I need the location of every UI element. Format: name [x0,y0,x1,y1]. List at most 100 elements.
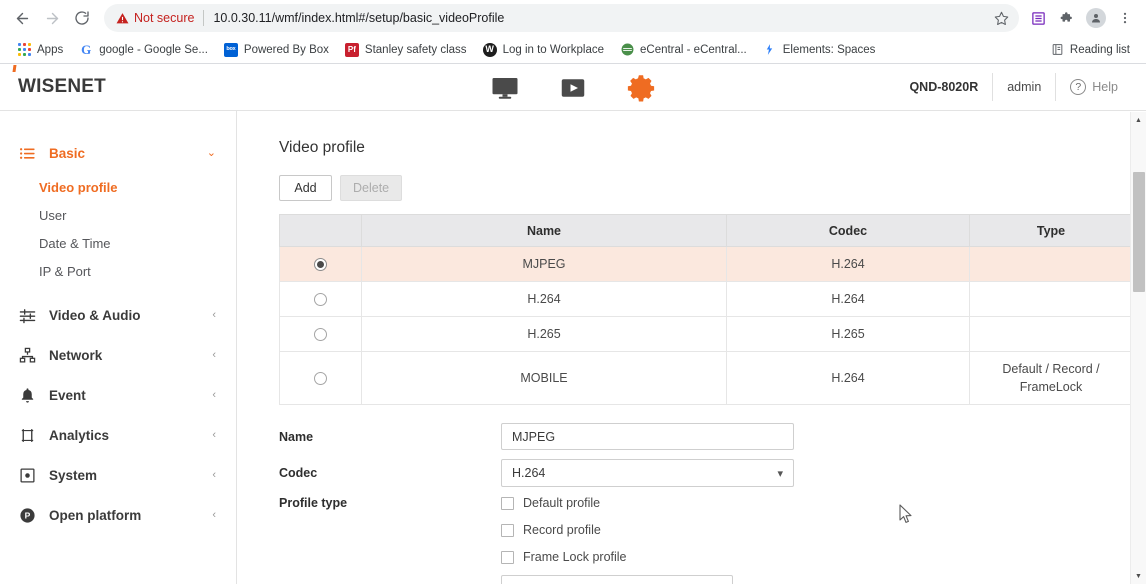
row-select-cell[interactable] [280,352,362,405]
bookmark-workplace[interactable]: W Log in to Workplace [475,40,612,60]
row-codec: H.264 [727,282,970,317]
row-name: MOBILE [362,352,727,405]
row-select-cell[interactable] [280,282,362,317]
delete-button: Delete [340,175,402,201]
sidebar-item-ip-port[interactable]: IP & Port [0,257,236,285]
elements-favicon [763,43,777,57]
sidebar-item-label: Video & Audio [49,308,199,323]
form-row-name: Name MJPEG [279,423,1146,450]
browser-nav-bar: Not secure 10.0.30.11/wmf/index.html#/se… [0,0,1146,36]
sidebar-item-basic[interactable]: Basic ⌄ [0,133,236,173]
add-button[interactable]: Add [279,175,332,201]
codec-select[interactable]: H.264 ▾ [501,459,794,487]
form-row-codec: Codec H.264 ▾ [279,459,1146,487]
profile-radio[interactable] [314,293,327,306]
profile-avatar-icon[interactable] [1083,5,1109,31]
name-input[interactable]: MJPEG [501,423,794,450]
sidebar-item-video-audio[interactable]: Video & Audio ‹ [0,295,236,335]
scroll-up-arrow-icon[interactable]: ▲ [1131,112,1146,128]
nav-live-view[interactable] [490,73,520,103]
bookmarks-bar: Apps G google - Google Se... box Powered… [0,36,1146,64]
checkbox-default-profile[interactable]: Default profile [501,496,627,510]
omnibox-divider [203,10,204,26]
checkbox-record-profile[interactable]: Record profile [501,523,627,537]
scroll-down-arrow-icon[interactable]: ▼ [1131,568,1146,584]
chevron-left-icon: ‹ [212,510,216,521]
nav-setup[interactable] [626,73,656,103]
monitor-icon [490,73,520,103]
row-select-cell[interactable] [280,247,362,282]
bookmark-label: Elements: Spaces [783,44,876,56]
reload-icon[interactable] [68,4,96,32]
sidebar-item-network[interactable]: Network ‹ [0,335,236,375]
form-row-profile-type: Profile type Default profile Record prof… [279,496,1146,564]
table-header-row: Name Codec Type [280,215,1133,247]
puzzle-extension-icon[interactable] [1054,5,1080,31]
box-favicon: box [224,43,238,57]
profile-radio[interactable] [314,372,327,385]
bookmark-label: google - Google Se... [99,44,208,56]
profile-radio[interactable] [314,328,327,341]
sidebar-item-user[interactable]: User [0,201,236,229]
bookmark-apps[interactable]: Apps [10,40,71,59]
column-header-type: Type [970,215,1133,247]
scrollbar-thumb[interactable] [1133,172,1145,292]
table-row[interactable]: MJPEG H.264 [280,247,1133,282]
browser-chrome: Not secure 10.0.30.11/wmf/index.html#/se… [0,0,1146,64]
checkbox-frame-lock-profile[interactable]: Frame Lock profile [501,550,627,564]
chevron-left-icon: ‹ [212,430,216,441]
checkbox-label: Record profile [523,523,601,537]
row-select-cell[interactable] [280,317,362,352]
page-scrollbar[interactable]: ▲ ▼ [1130,112,1146,584]
chevron-left-icon: ‹ [212,310,216,321]
chevron-left-icon: ‹ [212,350,216,361]
sidebar-item-analytics[interactable]: Analytics ‹ [0,415,236,455]
back-arrow-icon[interactable] [8,4,36,32]
bookmark-google[interactable]: G google - Google Se... [71,40,216,60]
sidebar-item-system[interactable]: System ‹ [0,455,236,495]
security-status-label: Not secure [134,11,194,25]
bookmark-elements-spaces[interactable]: Elements: Spaces [755,40,884,60]
bookmark-ecentral[interactable]: eCentral - eCentral... [612,40,755,60]
page-title: Video profile [279,139,1146,157]
bell-icon [18,386,36,404]
bookmark-stanley-safety-class[interactable]: Pf Stanley safety class [337,40,475,60]
google-favicon: G [79,43,93,57]
checkbox-box[interactable] [501,524,514,537]
table-row[interactable]: MOBILE H.264 Default / Record / FrameLoc… [280,352,1133,405]
star-icon[interactable] [994,11,1009,26]
reading-list-button[interactable]: Reading list [1045,40,1136,59]
table-row[interactable]: H.265 H.265 [280,317,1133,352]
three-dot-menu-icon[interactable] [1112,5,1138,31]
row-name: H.264 [362,282,727,317]
column-header-codec: Codec [727,215,970,247]
sidebar-item-event[interactable]: Event ‹ [0,375,236,415]
reading-list-icon [1051,43,1064,56]
sidebar-item-open-platform[interactable]: P Open platform ‹ [0,495,236,535]
video-profile-table: Name Codec Type MJPEG H.264 H.264 [279,214,1133,405]
checkbox-box[interactable] [501,497,514,510]
nav-playback[interactable] [558,73,588,103]
profile-radio-selected[interactable] [314,258,327,271]
chevron-down-icon: ▾ [777,467,783,480]
checkbox-box[interactable] [501,551,514,564]
row-codec: H.264 [727,352,970,405]
sidebar-item-label: Open platform [49,508,199,523]
column-header-select [280,215,362,247]
collections-icon[interactable] [1025,5,1051,31]
sidebar-item-label: Event [49,388,199,403]
sidebar-group-basic: Basic ⌄ Video profile User Date & Time I… [0,133,236,285]
system-gear-icon [18,466,36,484]
bookmark-box[interactable]: box Powered By Box [216,40,337,60]
table-row[interactable]: H.264 H.264 [280,282,1133,317]
list-icon [18,144,36,162]
column-header-name: Name [362,215,727,247]
next-field-input-partial[interactable] [501,575,733,584]
open-platform-icon: P [18,506,36,524]
forward-arrow-icon[interactable] [38,4,66,32]
sidebar-item-date-time[interactable]: Date & Time [0,229,236,257]
sidebar-item-video-profile[interactable]: Video profile [0,173,236,201]
prezi-favicon: Pf [345,43,359,57]
address-bar[interactable]: Not secure 10.0.30.11/wmf/index.html#/se… [104,4,1019,32]
row-type [970,282,1133,317]
